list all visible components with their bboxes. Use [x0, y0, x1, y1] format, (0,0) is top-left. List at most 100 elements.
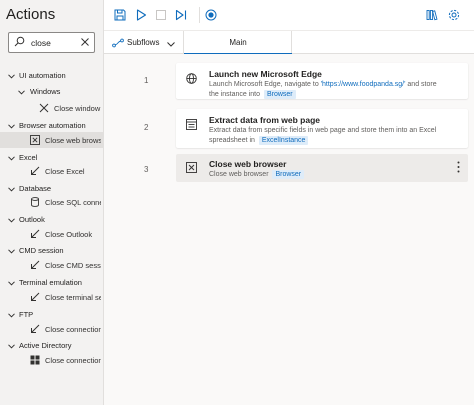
category-database[interactable]: Database: [0, 181, 103, 195]
action-item-close-web-browser[interactable]: Close web browser: [0, 132, 103, 148]
action-item-close-window[interactable]: Close window: [0, 100, 103, 116]
desc-text: Launch Microsoft Edge, navigate to: [209, 81, 321, 88]
ftp-close-arrow-icon: [30, 324, 40, 334]
actions-pane: Actions UI automation Windows Close wind…: [0, 0, 104, 405]
category-label: Active Directory: [19, 341, 72, 350]
category-label: CMD session: [19, 246, 64, 255]
more-options-icon[interactable]: [457, 161, 460, 175]
stop-icon: [154, 8, 168, 22]
close-window-icon: [39, 103, 49, 113]
chevron-down-icon: [8, 122, 15, 131]
chevron-down-icon: [18, 88, 25, 97]
category-cmd-session[interactable]: CMD session: [0, 243, 103, 257]
action-item-label: Close connection: [45, 325, 101, 334]
step-card-extract-data[interactable]: Extract data from web page Extract data …: [176, 109, 468, 148]
record-icon[interactable]: [204, 8, 218, 22]
variables-icon[interactable]: [425, 8, 439, 22]
category-windows[interactable]: Windows: [0, 84, 103, 98]
action-item-label: Close terminal session: [45, 293, 101, 302]
run-icon[interactable]: [134, 8, 148, 22]
action-item-label: Close Outlook: [45, 230, 93, 239]
close-browser-icon: [186, 162, 197, 173]
step-card-launch-edge[interactable]: Launch new Microsoft Edge Launch Microso…: [176, 63, 468, 99]
step-description: Close web browser Browser: [209, 170, 445, 180]
next-step-icon[interactable]: [174, 8, 188, 22]
desc-text: Close web browser: [209, 171, 271, 178]
chevron-down-icon: [8, 154, 15, 163]
chevron-down-icon: [8, 342, 15, 351]
chevron-down-icon: [8, 216, 15, 225]
step-number: 2: [144, 123, 149, 132]
flow-canvas: 1 Launch new Microsoft Edge Launch Micro…: [104, 54, 474, 405]
step-description: Extract data from specific fields in web…: [209, 126, 445, 145]
search-box[interactable]: [8, 32, 95, 53]
subflows-dropdown[interactable]: Subflows: [104, 31, 184, 54]
action-item-close-ftp-connection[interactable]: Close connection: [0, 321, 103, 337]
terminal-close-arrow-icon: [30, 292, 40, 302]
settings-icon[interactable]: [447, 8, 461, 22]
chevron-down-icon: [8, 72, 15, 81]
variable-badge[interactable]: Browser: [272, 170, 305, 179]
category-label: Browser automation: [19, 121, 86, 130]
step-card-close-browser[interactable]: Close web browser Close web browser Brow…: [176, 154, 468, 182]
outlook-close-arrow-icon: [30, 229, 40, 239]
excel-close-arrow-icon: [30, 166, 40, 176]
step-number: 1: [144, 76, 149, 85]
designer-toolbar: [104, 0, 474, 30]
clear-search-icon[interactable]: [81, 38, 89, 48]
search-icon: [14, 36, 25, 49]
tab-main[interactable]: Main: [184, 31, 292, 55]
category-label: FTP: [19, 310, 34, 319]
close-browser-icon: [30, 135, 40, 145]
toolbar-divider: [199, 7, 200, 23]
variable-badge[interactable]: Browser: [263, 89, 296, 99]
globe-icon: [186, 73, 197, 84]
action-item-label: Close CMD session: [45, 261, 101, 270]
category-label: Database: [19, 184, 52, 193]
category-excel[interactable]: Excel: [0, 150, 103, 164]
action-item-label: Close SQL connection: [45, 198, 101, 207]
windows-logo-icon: [30, 355, 40, 365]
step-title: Extract data from web page: [209, 115, 321, 125]
category-browser-automation[interactable]: Browser automation: [0, 118, 103, 132]
category-label: Terminal emulation: [19, 278, 82, 287]
category-label: Windows: [30, 87, 61, 96]
search-input[interactable]: [31, 36, 81, 49]
subflows-label: Subflows: [127, 38, 160, 47]
cmd-close-arrow-icon: [30, 260, 40, 270]
chevron-down-icon: [8, 311, 15, 320]
category-terminal-emulation[interactable]: Terminal emulation: [0, 275, 103, 289]
subflow-icon: [112, 38, 124, 50]
category-outlook[interactable]: Outlook: [0, 212, 103, 226]
action-item-close-sql[interactable]: Close SQL connection: [0, 194, 103, 210]
category-ftp[interactable]: FTP: [0, 307, 103, 321]
category-label: Outlook: [19, 215, 45, 224]
chevron-down-icon: [8, 247, 15, 256]
action-item-close-terminal[interactable]: Close terminal session: [0, 289, 103, 305]
chevron-down-icon: [8, 185, 15, 194]
desc-text: Extract data from specific fields in web…: [209, 127, 437, 144]
database-icon: [30, 197, 40, 207]
step-title: Close web browser: [209, 159, 287, 169]
tab-main-label: Main: [229, 38, 247, 47]
action-item-label: Close Excel: [45, 167, 85, 176]
category-label: Excel: [19, 153, 38, 162]
category-active-directory[interactable]: Active Directory: [0, 338, 103, 352]
chevron-down-icon: [8, 279, 15, 288]
variable-badge[interactable]: ExcelInstance: [258, 135, 309, 145]
desc-url: 'https://www.foodpanda.sg/': [320, 81, 406, 88]
flow-tabs: Subflows Main: [104, 30, 474, 55]
actions-title: Actions: [6, 6, 56, 23]
extract-data-icon: [186, 119, 197, 130]
category-label: UI automation: [19, 71, 66, 80]
action-item-close-ad-connection[interactable]: Close connection: [0, 352, 103, 368]
action-item-close-excel[interactable]: Close Excel: [0, 163, 103, 179]
action-item-label: Close web browser: [45, 136, 101, 145]
save-icon[interactable]: [113, 8, 127, 22]
action-item-close-cmd[interactable]: Close CMD session: [0, 257, 103, 273]
step-number: 3: [144, 165, 149, 174]
action-item-close-outlook[interactable]: Close Outlook: [0, 226, 103, 242]
chevron-down-icon: [167, 40, 175, 49]
category-ui-automation[interactable]: UI automation: [0, 68, 103, 82]
step-title: Launch new Microsoft Edge: [209, 69, 322, 79]
